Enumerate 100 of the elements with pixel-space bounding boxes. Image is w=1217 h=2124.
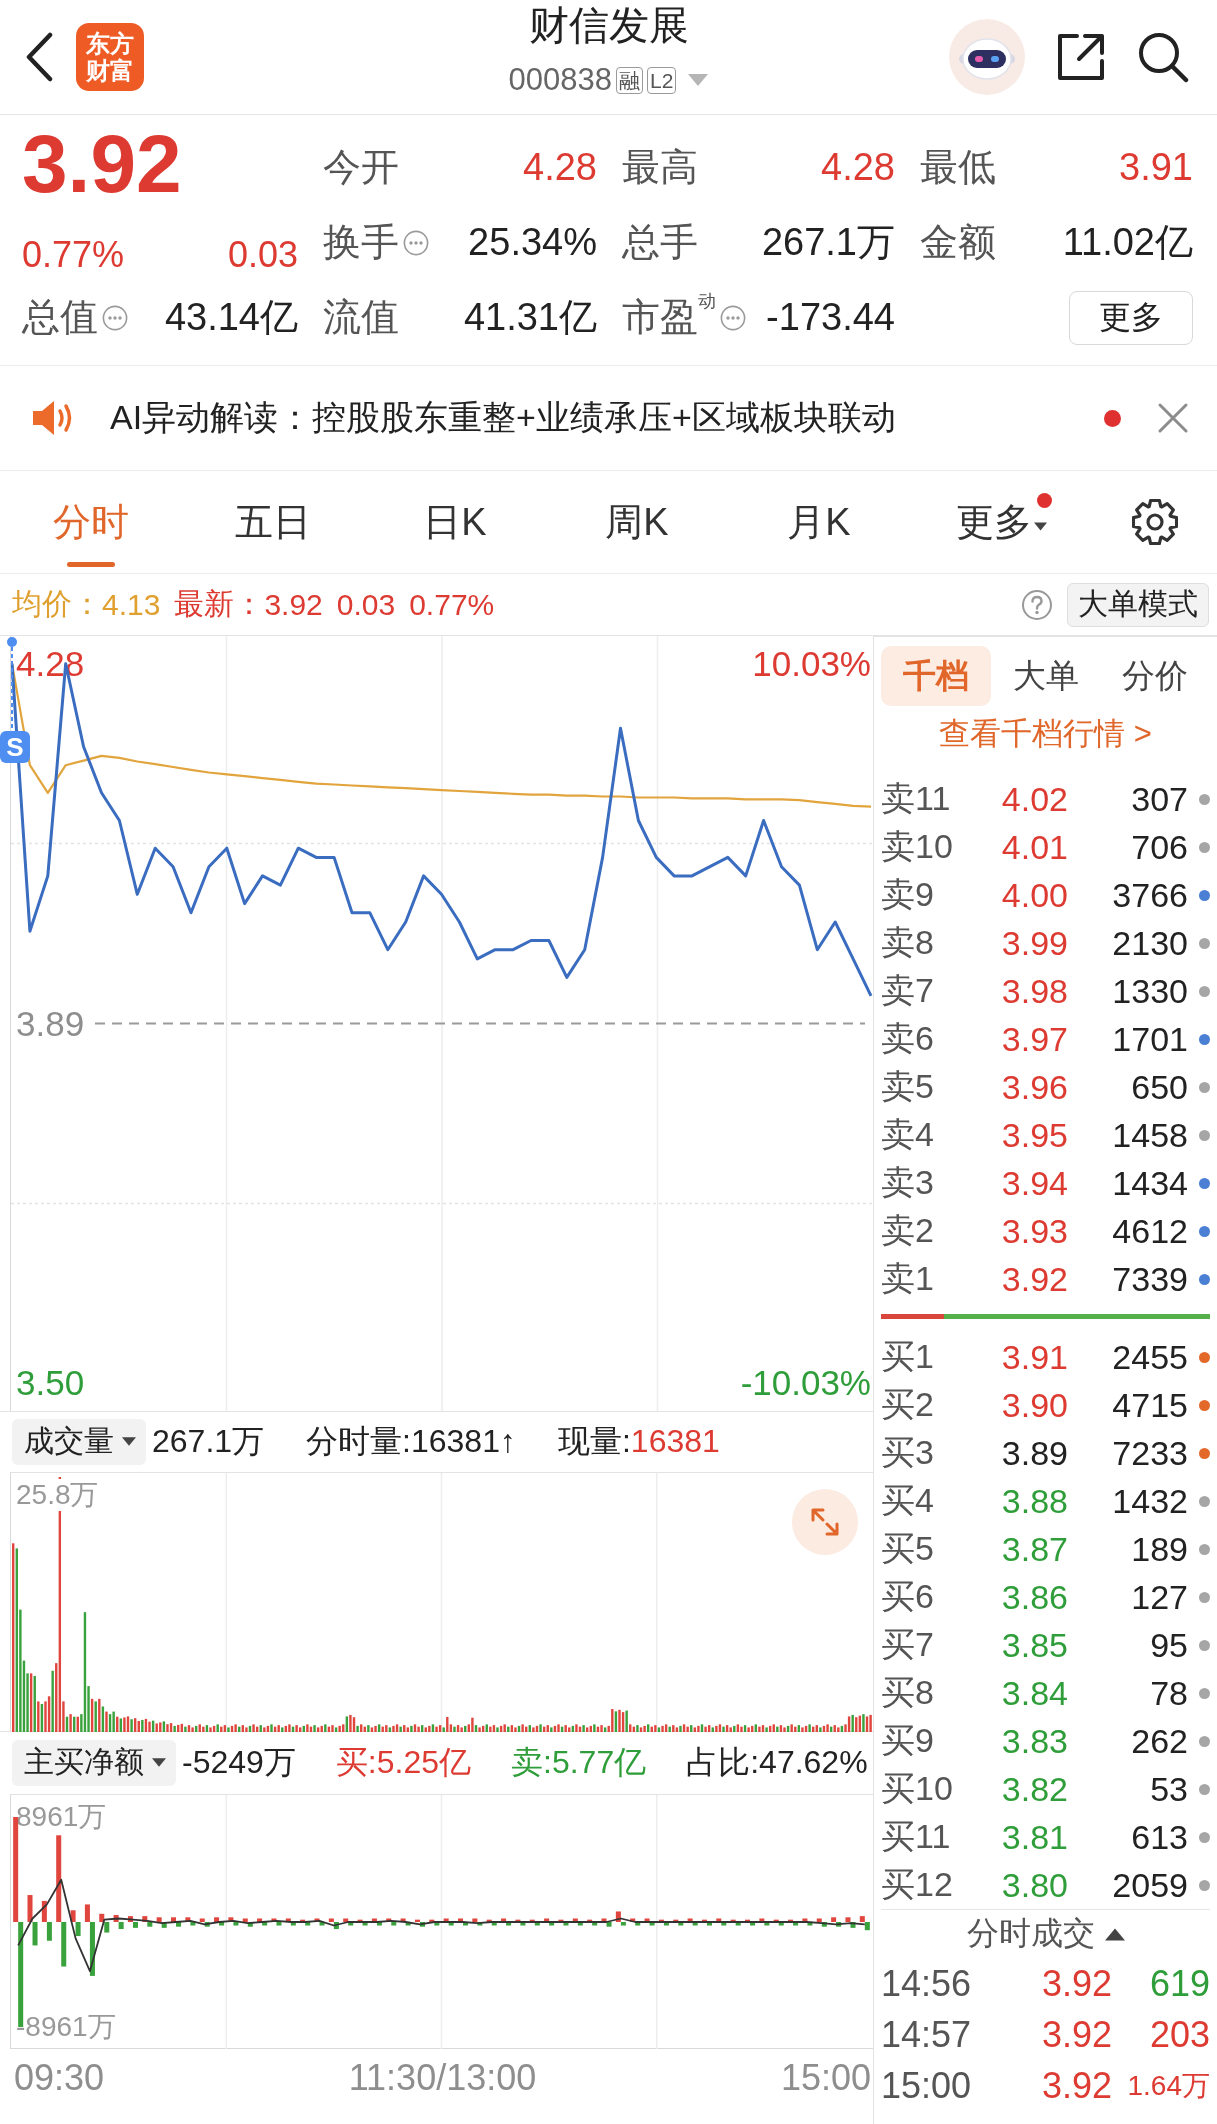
percent-axis-label: 10.03% bbox=[751, 644, 872, 683]
ellipsis-circle-icon[interactable] bbox=[102, 304, 128, 331]
order-volume: 2059 bbox=[1111, 1865, 1188, 1905]
inflow-bar bbox=[658, 1919, 664, 1922]
inflow-bar bbox=[99, 1913, 105, 1922]
caret-icon bbox=[152, 1758, 166, 1768]
order-volume: 4612 bbox=[1111, 1211, 1188, 1251]
inflow-bar bbox=[70, 1910, 76, 1922]
order-volume: 53 bbox=[1149, 1769, 1188, 1809]
trade-time: 15:00 bbox=[881, 2064, 973, 2107]
outflow-bar bbox=[807, 1921, 813, 1926]
order-price: 3.85 bbox=[1000, 1625, 1068, 1665]
inflow-bar bbox=[773, 1919, 779, 1922]
money-flow-selector[interactable]: 主买净额 bbox=[12, 1739, 176, 1786]
inflow-bar bbox=[328, 1918, 334, 1922]
order-price: 3.84 bbox=[1000, 1673, 1068, 1713]
inflow-bar bbox=[429, 1919, 435, 1922]
order-price: 3.88 bbox=[1000, 1481, 1068, 1521]
inflow-bar bbox=[271, 1918, 277, 1922]
order-price: 3.91 bbox=[1000, 1337, 1068, 1377]
expand-icon[interactable] bbox=[792, 1488, 858, 1555]
level-label: 买2 bbox=[881, 1384, 935, 1425]
ai-insight-text[interactable]: AI异动解读：控股股东重整+业绩承压+区域板块联动 bbox=[110, 395, 896, 441]
outflow-bar bbox=[233, 1921, 239, 1926]
stat-value: 4.28 bbox=[523, 146, 597, 189]
outflow-bar bbox=[32, 1921, 38, 1946]
inflow-bar bbox=[644, 1918, 650, 1922]
order-book-tab[interactable]: 分价 bbox=[1100, 646, 1210, 706]
level-label: 买5 bbox=[881, 1528, 935, 1569]
outflow-bar bbox=[692, 1921, 698, 1926]
order-price: 3.89 bbox=[1000, 1433, 1068, 1473]
level-label: 卖2 bbox=[881, 1210, 935, 1251]
order-volume: 2455 bbox=[1111, 1337, 1188, 1377]
outflow-bar bbox=[348, 1921, 354, 1926]
inflow-bar bbox=[257, 1918, 263, 1922]
time-axis-label: 11:30/13:00 bbox=[348, 2056, 537, 2099]
inflow-bar bbox=[831, 1917, 837, 1922]
outflow-bar bbox=[592, 1921, 598, 1926]
period-tab[interactable]: 月K bbox=[728, 471, 910, 573]
caret-icon bbox=[1033, 521, 1047, 531]
inflow-bar bbox=[845, 1917, 851, 1922]
order-book-tab[interactable]: 大单 bbox=[990, 646, 1101, 706]
time-axis-label: 09:30 bbox=[14, 2056, 105, 2099]
level-label: 卖5 bbox=[881, 1066, 935, 1107]
change-amount: 0.03 bbox=[227, 234, 298, 276]
settings-icon[interactable] bbox=[1131, 499, 1178, 545]
trade-time: 14:57 bbox=[881, 2013, 973, 2056]
outflow-bar bbox=[735, 1921, 741, 1926]
inflow-bar bbox=[400, 1918, 406, 1922]
inflow-bar bbox=[558, 1919, 564, 1922]
outflow-bar bbox=[764, 1921, 770, 1926]
trade-price: 3.92 bbox=[1040, 1962, 1112, 2005]
inflow-bar bbox=[759, 1918, 765, 1922]
ellipsis-circle-icon[interactable] bbox=[720, 304, 746, 331]
more-button[interactable]: 更多 bbox=[1069, 290, 1193, 345]
order-price: 3.83 bbox=[1000, 1721, 1068, 1761]
time-axis-label: 15:00 bbox=[780, 2056, 871, 2099]
order-volume: 706 bbox=[1130, 827, 1188, 867]
order-volume: 262 bbox=[1130, 1721, 1188, 1761]
inflow-bar bbox=[357, 1919, 363, 1922]
order-volume: 1434 bbox=[1111, 1163, 1188, 1203]
back-icon[interactable] bbox=[24, 32, 54, 82]
level-label: 买6 bbox=[881, 1576, 935, 1617]
ellipsis-circle-icon[interactable] bbox=[403, 229, 429, 256]
order-price: 3.90 bbox=[1000, 1385, 1068, 1425]
period-tab[interactable]: 更多 bbox=[910, 471, 1092, 573]
outflow-bar bbox=[793, 1921, 799, 1926]
outflow-bar bbox=[850, 1921, 856, 1928]
outflow-bar bbox=[319, 1921, 325, 1926]
level-label: 买12 bbox=[881, 1864, 954, 1905]
outflow-bar bbox=[520, 1921, 526, 1926]
robot-avatar-icon[interactable] bbox=[949, 19, 1025, 95]
volume-selector[interactable]: 成交量 bbox=[12, 1418, 146, 1465]
stat-value: 11.02亿 bbox=[1062, 220, 1193, 265]
trades-title[interactable]: 分时成交 bbox=[966, 1912, 1095, 1956]
flow-axis-label: 8961万 bbox=[15, 1800, 108, 1833]
level-label: 卖9 bbox=[881, 874, 935, 915]
help-icon[interactable] bbox=[1021, 588, 1053, 621]
search-icon[interactable] bbox=[1137, 31, 1189, 83]
share-icon[interactable] bbox=[1055, 31, 1107, 83]
inflow-bar bbox=[544, 1918, 550, 1922]
period-tab[interactable]: 五日 bbox=[182, 471, 364, 573]
trade-price: 3.92 bbox=[1040, 2064, 1112, 2107]
inflow-bar bbox=[601, 1918, 607, 1922]
outflow-bar bbox=[836, 1921, 842, 1927]
outflow-bar bbox=[89, 1921, 95, 1976]
inflow-bar bbox=[716, 1918, 722, 1922]
period-tab[interactable]: 日K bbox=[364, 471, 546, 573]
inflow-bar bbox=[27, 1894, 33, 1922]
volume-stat-value: 16381 bbox=[630, 1423, 720, 1461]
period-tab[interactable]: 周K bbox=[546, 471, 728, 573]
order-volume: 307 bbox=[1130, 779, 1188, 819]
stat-label: 市盈$^{动}$ bbox=[622, 292, 716, 340]
order-price: 3.97 bbox=[1000, 1019, 1068, 1059]
order-volume: 7233 bbox=[1111, 1433, 1188, 1473]
close-icon[interactable] bbox=[1157, 402, 1189, 434]
large-order-mode-button[interactable]: 大单模式 bbox=[1067, 582, 1209, 627]
money-flow-stat: 占比:47.62% bbox=[686, 1742, 868, 1782]
inflow-bar bbox=[788, 1919, 794, 1922]
outflow-bar bbox=[219, 1921, 225, 1926]
